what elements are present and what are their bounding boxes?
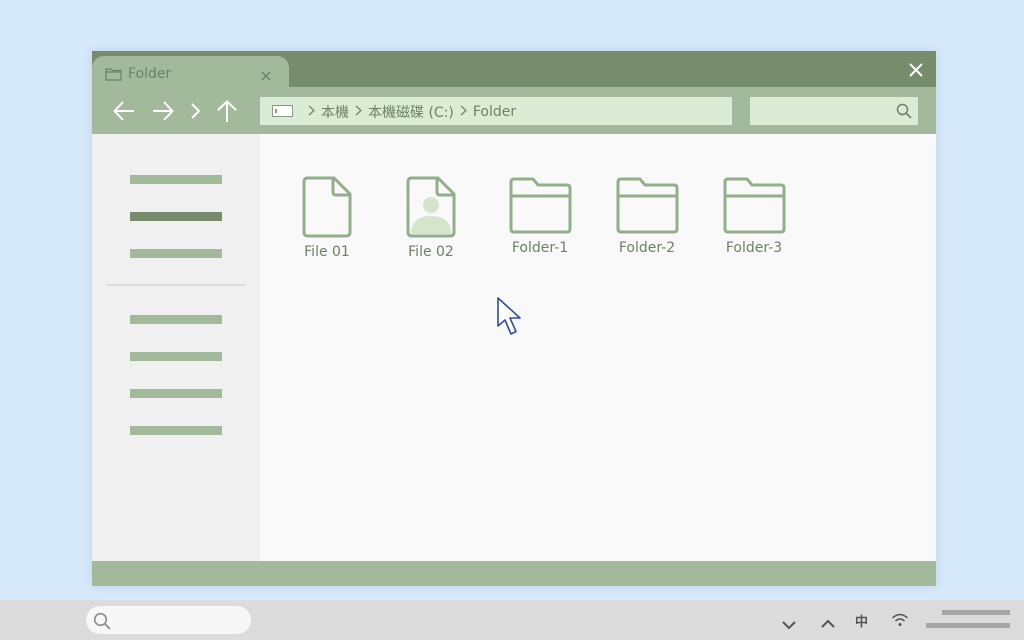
mouse-pointer-icon <box>497 297 521 335</box>
folder-label: Folder-2 <box>618 240 676 256</box>
folder-item[interactable]: Folder-2 <box>597 174 697 256</box>
sidebar-item[interactable] <box>130 426 222 435</box>
file-item[interactable]: File 02 <box>381 174 481 260</box>
chevron-up-icon[interactable] <box>820 614 836 633</box>
clock-date[interactable] <box>926 623 1010 628</box>
chevron-down-icon[interactable] <box>781 615 797 634</box>
clock-time[interactable] <box>942 610 1010 615</box>
folder-icon <box>105 66 122 85</box>
breadcrumb-item-local-disk[interactable]: 本機磁碟 (C:) <box>368 102 454 122</box>
title-bar: Folder <box>92 51 936 87</box>
folder-label: Folder-3 <box>725 240 783 256</box>
ime-indicator[interactable]: 中 <box>855 611 868 630</box>
chevron-right-icon[interactable] <box>189 103 203 123</box>
wifi-icon[interactable] <box>891 612 909 632</box>
breadcrumb: 本機 本機磁碟 (C:) Folder <box>304 102 516 122</box>
navigation-pane <box>92 134 260 561</box>
folder-icon <box>616 177 679 234</box>
file-label: File 01 <box>304 244 350 260</box>
close-icon[interactable] <box>908 62 924 82</box>
arrow-right-icon[interactable] <box>151 99 175 127</box>
navigation-bar: 本機 本機磁碟 (C:) Folder <box>92 87 936 134</box>
search-input[interactable] <box>750 97 918 125</box>
file-icon <box>302 176 352 238</box>
folder-icon <box>509 177 572 234</box>
breadcrumb-item-folder[interactable]: Folder <box>473 104 516 120</box>
chevron-right-icon <box>460 104 467 120</box>
sidebar-item[interactable] <box>130 389 222 398</box>
sidebar-item-selected[interactable] <box>130 212 222 221</box>
drive-icon <box>272 105 293 117</box>
folder-item[interactable]: Folder-3 <box>704 174 804 256</box>
tab-title: Folder <box>128 66 172 82</box>
sidebar-item[interactable] <box>130 315 222 324</box>
arrow-up-icon[interactable] <box>215 99 239 127</box>
address-bar[interactable]: 本機 本機磁碟 (C:) Folder <box>260 97 732 125</box>
tab-folder[interactable]: Folder <box>92 56 289 87</box>
sidebar-item[interactable] <box>130 352 222 361</box>
image-file-icon <box>406 176 456 238</box>
status-bar <box>92 561 936 586</box>
chevron-right-icon <box>308 104 315 120</box>
taskbar-search-input[interactable] <box>86 606 251 634</box>
sidebar-divider <box>107 284 245 286</box>
file-list: File 01 File 02 Folder-1 Folder-2 Folder… <box>260 134 936 561</box>
search-icon <box>896 103 912 123</box>
taskbar: 中 <box>0 600 1024 640</box>
arrow-left-icon[interactable] <box>112 99 136 127</box>
folder-icon <box>723 177 786 234</box>
sidebar-item[interactable] <box>130 175 222 184</box>
folder-item[interactable]: Folder-1 <box>490 174 590 256</box>
folder-label: Folder-1 <box>511 240 569 256</box>
file-label: File 02 <box>408 244 454 260</box>
breadcrumb-item-this-pc[interactable]: 本機 <box>321 102 349 122</box>
file-item[interactable]: File 01 <box>277 174 377 260</box>
close-tab-icon[interactable] <box>260 67 272 86</box>
search-icon <box>93 612 111 634</box>
chevron-right-icon <box>355 104 362 120</box>
sidebar-item[interactable] <box>130 249 222 258</box>
